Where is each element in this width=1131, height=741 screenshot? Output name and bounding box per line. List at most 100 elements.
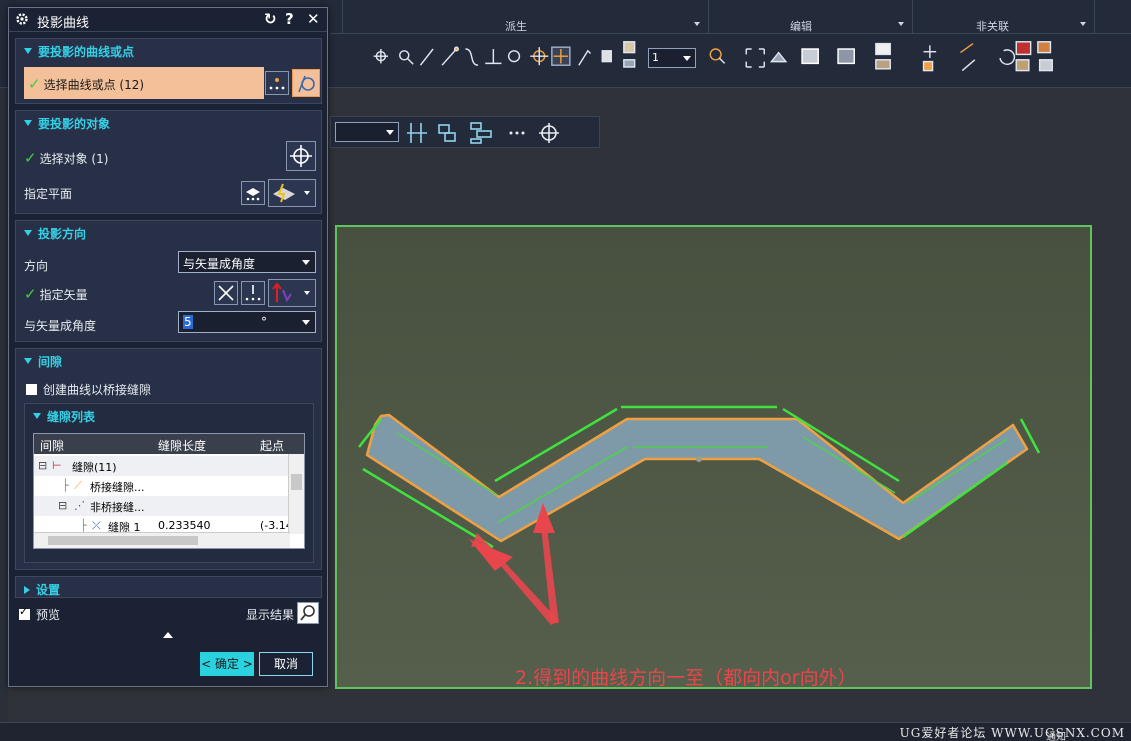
curve-select-icon (298, 75, 315, 93)
section-header-gap[interactable]: 间隙 (24, 353, 62, 370)
snap-point-icon (373, 49, 389, 64)
status-bar: UG爱好者论坛 WWW.UGSNX.COM 通知 (0, 722, 1131, 741)
left-resource-bar (0, 88, 8, 728)
select-object-button[interactable] (286, 141, 316, 171)
reverse-direction-icon (218, 285, 234, 301)
bridge-gap-label: 创建曲线以桥接缝隙 (43, 383, 152, 397)
table-row[interactable]: ⊟ ⊢ 缝隙(11) (34, 456, 288, 476)
section-header-curves[interactable]: 要投影的曲线或点 (24, 43, 134, 60)
plane-icon (246, 188, 260, 201)
section-header-gap-list[interactable]: 缝隙列表 (33, 408, 95, 425)
dropdown-arrow-icon (304, 191, 310, 195)
row-name: 缝隙(11) (72, 461, 117, 474)
col-start[interactable]: 起点 (260, 437, 284, 454)
group-label-derive: 派生 (505, 20, 527, 33)
window-settings-icon (875, 59, 891, 70)
dropdown-arrow-icon (304, 291, 310, 295)
snap-grid-icon (407, 123, 427, 143)
angle-value[interactable]: 5 (183, 315, 193, 329)
group-dropdown-icon[interactable] (898, 22, 904, 26)
point-dialog-button[interactable] (265, 71, 289, 95)
more-icon (509, 131, 525, 135)
refresh-icon (999, 49, 1016, 65)
scroll-thumb[interactable] (48, 536, 198, 545)
gap-icon: ⊢ (52, 459, 62, 472)
selection-toolbar[interactable] (330, 40, 1131, 76)
section-settings: 设置 (15, 576, 322, 598)
plane-inferred-icon (273, 183, 295, 203)
select-object-label: 选择对象 (1) (39, 152, 109, 166)
line-icon (419, 48, 434, 66)
tree-line-icon: ├ (80, 519, 87, 532)
vector-type-dropdown[interactable] (268, 279, 316, 307)
row-name: 桥接缝隙... (90, 481, 145, 494)
sketch-icon (601, 50, 612, 63)
crosshair-icon (290, 145, 312, 167)
row-length: 0.233540 (158, 519, 211, 532)
bridge-gap-checkbox[interactable] (26, 384, 37, 395)
group-dropdown-icon[interactable] (694, 22, 700, 26)
group-label-non-associative: 非关联 (976, 20, 1009, 33)
measure-icon (961, 59, 976, 72)
col-gap[interactable]: 间隙 (40, 437, 64, 454)
project-curve-dialog[interactable]: 投影曲线 ↻ ? ✕ 要投影的曲线或点 ✓ 选择曲线或点 (12) 要投影的对象 … (8, 7, 328, 687)
group-separator (708, 0, 709, 34)
show-result-label: 显示结果 (246, 608, 295, 622)
magnifier-icon (300, 605, 315, 621)
show-result-button[interactable] (297, 602, 319, 624)
specify-vector-label: 指定矢量 (39, 288, 88, 302)
graphics-viewport[interactable]: 2.得到的曲线方向一至（都向内or向外） (335, 225, 1092, 689)
table-row[interactable]: ⊟ ⋰ 非桥接缝... (34, 496, 288, 516)
layer-settings-icon (623, 59, 636, 68)
specify-plane-label: 指定平面 (24, 187, 73, 201)
gap-item-icon: ⤫ (92, 519, 101, 532)
vertical-scrollbar[interactable] (288, 454, 304, 534)
projected-body (365, 413, 1029, 543)
table-row[interactable]: ├ ⟋ 桥接缝隙... (34, 476, 288, 496)
plane-dialog-button[interactable] (241, 181, 265, 205)
scroll-thumb[interactable] (291, 474, 302, 490)
layer-icon (623, 41, 636, 54)
reset-icon[interactable]: ↻ (264, 10, 277, 28)
nx-icon (1015, 41, 1032, 56)
curve-select-button[interactable] (292, 69, 320, 97)
section-header-direction[interactable]: 投影方向 (24, 225, 86, 242)
collapse-icon[interactable]: ⊟ (38, 459, 47, 472)
section-header-objects[interactable]: 要投影的对象 (24, 115, 110, 132)
notification-label[interactable]: 通知 (1046, 728, 1066, 741)
collapse-up-icon[interactable] (163, 632, 173, 638)
assembly-icon (438, 124, 456, 142)
plane-type-dropdown[interactable] (268, 179, 316, 207)
check-icon: ✓ (24, 149, 37, 167)
preview-checkbox[interactable] (19, 605, 30, 620)
collapse-icon[interactable]: ⊟ (58, 499, 67, 512)
check-icon: ✓ (28, 75, 41, 93)
gap-list-table[interactable]: 间隙 缝隙长度 起点 ⊟ ⊢ 缝隙(11) ├ ⟋ 桥接缝隙... ⊟ ⋰ 非桥… (33, 433, 305, 549)
filter-tools[interactable] (407, 121, 597, 145)
select-curve-row[interactable]: ✓ 选择曲线或点 (12) (24, 67, 264, 99)
cancel-button[interactable]: 取消 (259, 652, 313, 676)
type-filter-select[interactable] (335, 122, 399, 142)
ok-button[interactable]: < 确定 > (200, 652, 254, 676)
angle-unit: ° (261, 315, 267, 329)
reverse-direction-button[interactable] (214, 281, 238, 305)
section-curves: 要投影的曲线或点 ✓ 选择曲线或点 (12) (15, 38, 322, 104)
horizontal-scrollbar[interactable] (34, 532, 290, 548)
close-icon[interactable]: ✕ (307, 10, 320, 28)
dialog-titlebar[interactable]: 投影曲线 ↻ ? ✕ (9, 8, 327, 32)
help-icon[interactable]: ? (285, 10, 294, 28)
snap-point-target-icon (539, 123, 559, 143)
col-gap-length[interactable]: 缝隙长度 (158, 437, 206, 454)
group-dropdown-icon[interactable] (1080, 22, 1086, 26)
angle-input[interactable]: 5 ° (178, 311, 316, 333)
gear-icon[interactable] (15, 12, 29, 26)
direction-select[interactable]: 与矢量成角度 (178, 251, 316, 273)
section-direction: 投影方向 方向 与矢量成角度 ✓ 指定矢量 与矢量成角度 5 ° (15, 220, 322, 342)
angle-label: 与矢量成角度 (24, 319, 97, 333)
shaded-icon (801, 48, 819, 65)
model-display (358, 405, 1041, 625)
vector-dialog-button[interactable] (241, 281, 265, 305)
layer-select[interactable]: 1 (648, 48, 696, 68)
section-header-settings[interactable]: 设置 (24, 581, 60, 598)
tangent-line-icon (441, 46, 459, 66)
